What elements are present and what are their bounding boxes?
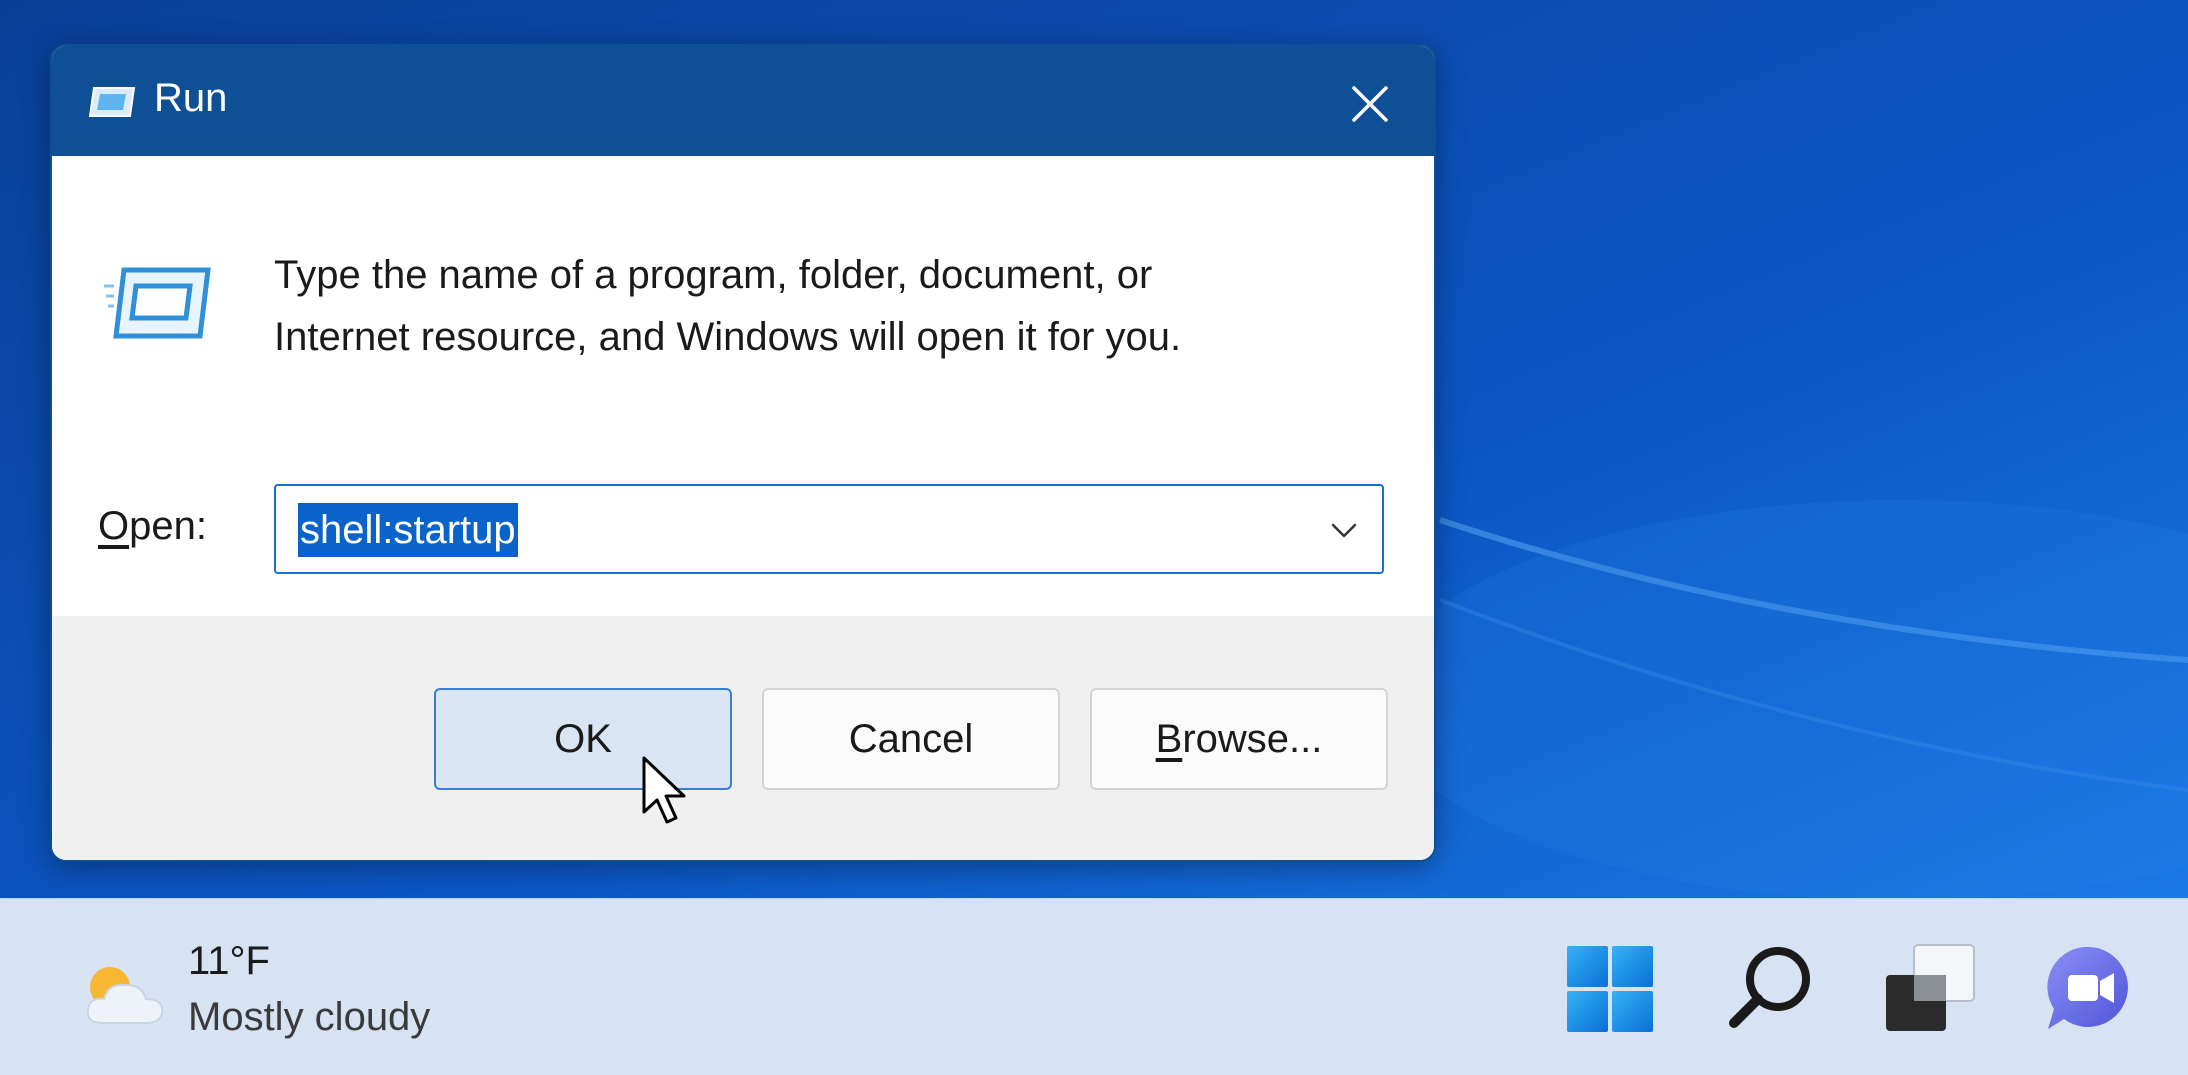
ok-button[interactable]: OK — [434, 688, 732, 790]
open-label: Open: — [98, 504, 207, 549]
weather-widget[interactable]: 11°F Mostly cloudy — [70, 939, 530, 1049]
browse-button[interactable]: Browse... — [1090, 688, 1388, 790]
close-icon — [1352, 86, 1388, 122]
open-combobox[interactable]: shell:startup — [274, 484, 1384, 574]
dialog-title: Run — [154, 76, 228, 120]
dialog-description: Type the name of a program, folder, docu… — [274, 244, 1374, 368]
open-label-accelerator: O — [98, 504, 130, 548]
desktop-screen: Run Type the name of a program, folder, … — [0, 0, 2188, 1075]
weather-condition: Mostly cloudy — [188, 995, 431, 1039]
task-view-icon — [1886, 944, 1975, 1031]
browse-accelerator: B — [1155, 717, 1183, 761]
teams-chat-icon — [2047, 946, 2128, 1029]
description-line-2: Internet resource, and Windows will open… — [274, 315, 1182, 359]
run-dialog: Run Type the name of a program, folder, … — [50, 44, 1436, 862]
close-button[interactable] — [1340, 74, 1400, 134]
partly-cloudy-icon — [86, 967, 164, 1024]
dialog-content: Type the name of a program, folder, docu… — [52, 156, 1434, 616]
run-window-icon — [88, 87, 136, 117]
chevron-down-icon[interactable] — [1328, 516, 1360, 544]
title-bar[interactable]: Run — [52, 46, 1434, 156]
windows-start-icon — [1567, 946, 1653, 1032]
run-program-icon — [104, 267, 211, 339]
dialog-footer: OK Cancel Browse... — [52, 616, 1434, 860]
browse-label: rowse... — [1182, 717, 1323, 761]
search-icon — [1729, 947, 1810, 1028]
task-view-button[interactable] — [1870, 929, 1990, 1049]
weather-temperature: 11°F — [188, 939, 270, 983]
taskbar: 11°F Mostly cloudy — [0, 898, 2188, 1075]
open-input[interactable]: shell:startup — [298, 503, 518, 557]
open-label-text: pen: — [129, 504, 207, 548]
chat-button[interactable] — [2030, 929, 2150, 1049]
description-line-1: Type the name of a program, folder, docu… — [274, 253, 1153, 297]
cancel-button[interactable]: Cancel — [762, 688, 1060, 790]
start-button[interactable] — [1550, 929, 1670, 1049]
search-button[interactable] — [1712, 929, 1832, 1049]
